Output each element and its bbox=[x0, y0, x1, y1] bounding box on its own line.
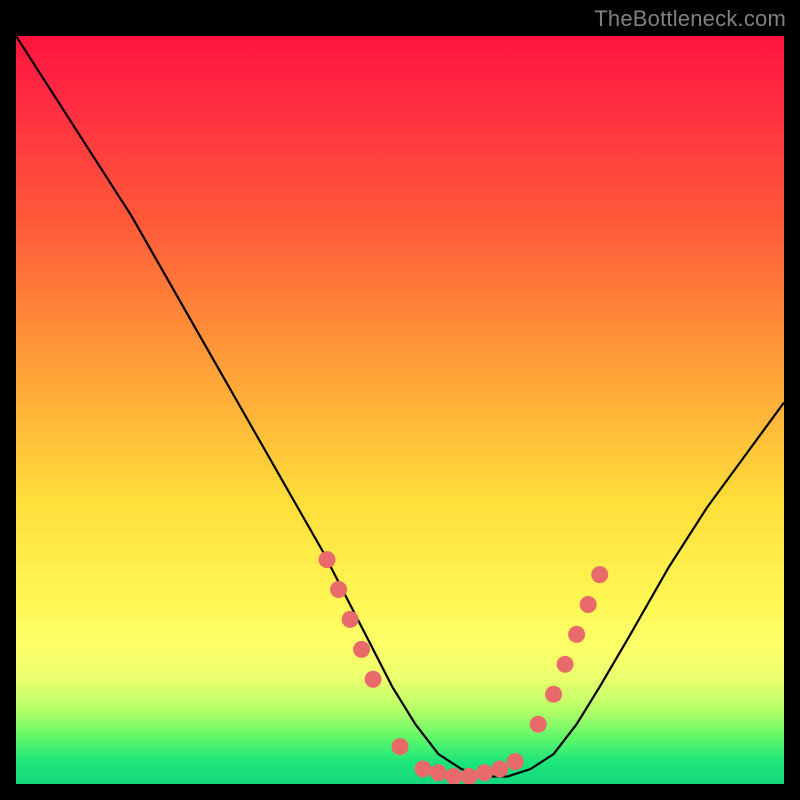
chart-frame bbox=[16, 36, 784, 784]
watermark-text: TheBottleneck.com bbox=[594, 6, 786, 32]
gradient-background bbox=[16, 36, 784, 784]
